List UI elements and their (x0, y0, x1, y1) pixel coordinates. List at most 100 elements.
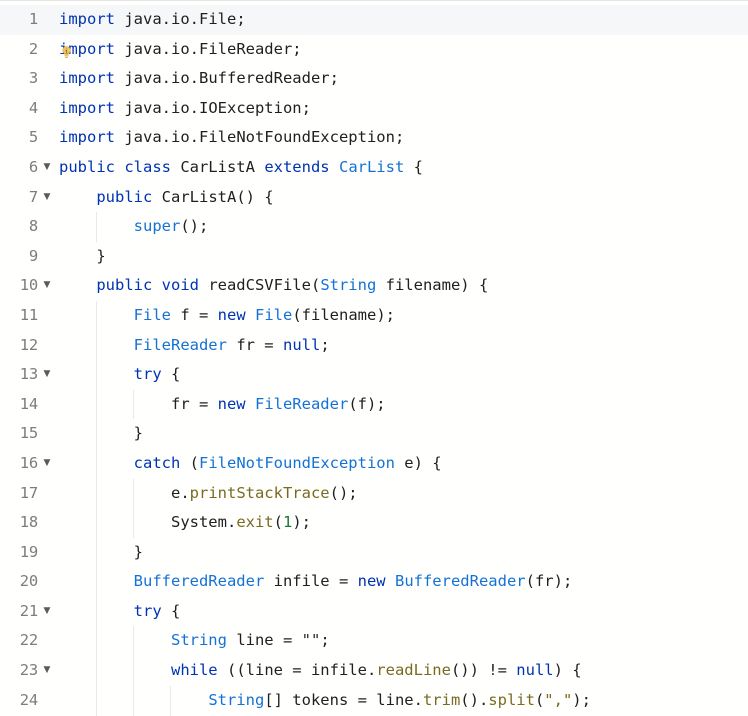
code-line-text: public CarListA() { (59, 183, 274, 213)
code-token-pln: { (161, 601, 181, 620)
svg-text:i: i (65, 48, 69, 55)
chevron-down-fold-icon[interactable]: ▼ (41, 271, 53, 301)
code-token-kw: new (217, 394, 246, 413)
code-token-pln: e. (59, 483, 190, 502)
code-token-type: BufferedReader (394, 572, 526, 591)
line-number: 2 (28, 39, 38, 58)
chevron-down-fold-icon[interactable]: ▼ (41, 183, 53, 213)
code-editor[interactable]: 1 import java.io.File; 2 import java.io.Fil… (0, 0, 748, 716)
code-token-pln: } (59, 424, 143, 443)
line-number: 13 (19, 365, 38, 384)
code-token-kw: import (59, 128, 115, 147)
code-line-text: } (59, 538, 143, 568)
code-token-pln: ()) != (450, 661, 517, 680)
code-line[interactable]: 12 FileReader fr = null; (0, 330, 748, 361)
line-number: 24 (19, 690, 38, 709)
code-token-pln: ( (273, 513, 283, 532)
code-token-type: File (133, 305, 171, 324)
code-token-pln (59, 454, 134, 472)
code-line-text: File f = new File(filename); (59, 301, 395, 331)
code-token-fn: trim (422, 690, 461, 709)
code-token-pln: ); (572, 690, 591, 709)
code-line[interactable]: 11 File f = new File(filename); (0, 300, 748, 331)
code-line[interactable]: 20 BufferedReader infile = new BufferedR… (0, 567, 748, 597)
code-token-type: super (133, 217, 181, 236)
code-token-pln: f = (170, 305, 218, 324)
code-token-pln: java.io.FileNotFoundException; (115, 128, 405, 147)
code-line-text: } (59, 242, 106, 272)
code-token-type: String (170, 631, 227, 650)
line-number: 19 (19, 542, 38, 561)
code-token-pln: ) { (553, 661, 582, 680)
code-line[interactable]: 9 } (0, 242, 748, 272)
code-token-type: File (255, 305, 293, 324)
code-token-pln (246, 306, 255, 324)
code-line[interactable]: 21 ▼ try { (0, 596, 748, 627)
code-token-pln: [] tokens = line. (264, 690, 423, 709)
code-line[interactable]: 10 ▼ public void readCSVFile(String filen… (0, 271, 748, 301)
line-number: 22 (19, 631, 38, 650)
chevron-down-fold-icon[interactable]: ▼ (41, 449, 53, 479)
code-line[interactable]: 1 import java.io.File; (0, 5, 748, 35)
code-line-text: import java.io.FileNotFoundException; (59, 123, 404, 153)
code-token-kw: import (59, 10, 115, 28)
code-token-pln (386, 572, 395, 590)
code-token-kw: try (133, 601, 162, 620)
code-line[interactable]: 17 e.printStackTrace(); (0, 478, 748, 509)
code-token-pln: ( (180, 453, 199, 472)
code-token-kw: while (170, 661, 218, 680)
code-line-text: } (59, 419, 143, 449)
code-line[interactable]: 18 System.exit(1); (0, 508, 748, 538)
chevron-down-fold-icon[interactable]: ▼ (41, 597, 53, 627)
code-token-pln: java.io.IOException; (115, 98, 311, 117)
line-number: 10 (19, 276, 38, 295)
code-token-pln: fr = (59, 394, 218, 413)
code-token-pln: } (59, 246, 106, 265)
code-token-pln: readCSVFile( (198, 276, 321, 295)
code-token-pln: { (161, 365, 181, 384)
code-line-text: BufferedReader infile = new BufferedRead… (59, 567, 573, 597)
line-number: 3 (28, 69, 38, 88)
line-number: 1 (28, 10, 38, 28)
code-token-kw: new (217, 305, 246, 324)
code-token-pln: infile = (264, 572, 358, 591)
code-line[interactable]: 14 fr = new FileReader(f); (0, 389, 748, 420)
lightbulb-icon[interactable]: i (59, 42, 74, 58)
code-token-kw: import (59, 98, 115, 117)
code-line[interactable]: 8 super(); (0, 212, 748, 242)
code-line[interactable]: 24 String[] tokens = line.trim().split("… (0, 685, 748, 716)
line-number: 21 (19, 601, 38, 620)
code-line-text: super(); (59, 212, 209, 242)
code-token-type: String (208, 690, 265, 709)
code-line[interactable]: 22 String line = ""; (0, 626, 748, 657)
chevron-down-fold-icon[interactable]: ▼ (41, 656, 53, 686)
code-line[interactable]: 2 import java.io.FileReader; i (0, 35, 748, 65)
line-number: 23 (19, 661, 38, 680)
code-line-text: String line = ""; (59, 626, 330, 656)
code-token-pln (59, 691, 208, 709)
code-line[interactable]: 13 ▼ try { (0, 360, 748, 390)
code-token-pln (59, 602, 134, 620)
code-line[interactable]: 4 import java.io.IOException; (0, 94, 748, 124)
line-number: 20 (19, 572, 38, 591)
code-token-kw: public class (59, 157, 171, 176)
code-token-type: BufferedReader (133, 572, 265, 591)
code-line[interactable]: 3 import java.io.BufferedReader; (0, 64, 748, 94)
chevron-down-fold-icon[interactable]: ▼ (41, 153, 53, 183)
code-line-text: System.exit(1); (59, 508, 311, 538)
code-line[interactable]: 5 import java.io.FileNotFoundException; (0, 123, 748, 153)
code-line[interactable]: 7 ▼ public CarListA() { (0, 183, 748, 213)
line-number: 15 (19, 424, 38, 443)
code-token-pln: ; (320, 631, 330, 650)
code-line[interactable]: 19 } (0, 537, 748, 568)
code-line[interactable]: 16 ▼ catch (FileNotFoundException e) { (0, 448, 748, 479)
code-line[interactable]: 23 ▼ while ((line = infile.readLine()) !=… (0, 656, 748, 686)
code-lines-container[interactable]: 1 import java.io.File; 2 import java.io.Fil… (0, 1, 748, 716)
code-token-pln: (); (329, 483, 358, 502)
code-line[interactable]: 15 } (0, 419, 748, 449)
code-token-pln: CarListA() { (152, 187, 274, 206)
chevron-down-fold-icon[interactable]: ▼ (41, 360, 53, 390)
code-line-text: try { (59, 360, 181, 390)
code-token-pln: filename) { (376, 276, 489, 295)
code-line[interactable]: 6 ▼ public class CarListA extends CarList … (0, 153, 748, 183)
